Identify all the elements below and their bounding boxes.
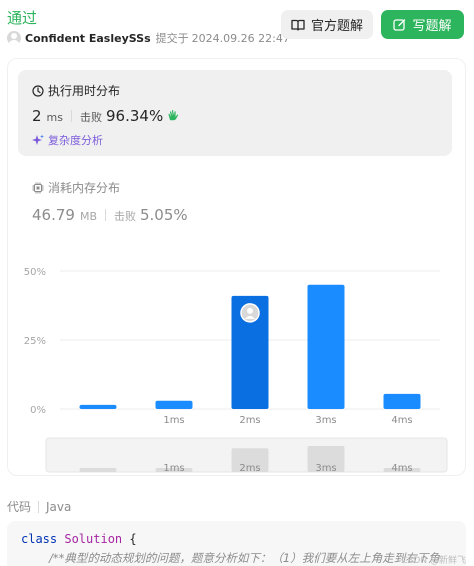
avatar-marker-head <box>247 307 253 314</box>
range-bar <box>79 468 117 472</box>
code-language[interactable]: Java <box>46 500 71 514</box>
code-label: 代码 <box>7 500 32 514</box>
x-tick-label: 3ms <box>315 415 336 426</box>
x-tick-label: 1ms <box>163 415 184 426</box>
x-tick-label: 2ms <box>239 415 260 426</box>
y-tick-label: 25% <box>24 336 46 347</box>
chart-bar[interactable] <box>307 284 345 409</box>
watermark: CSDN @新鲜飞 <box>401 556 466 566</box>
code-comment: /**典型的动态规划的问题，题意分析如下：（1）我们要从左上角走到右下角 <box>49 551 440 565</box>
code-line-1: class Solution { <box>21 532 137 546</box>
x-tick-label: 4ms <box>391 415 412 426</box>
chart-bar[interactable] <box>383 393 421 409</box>
chart-bar[interactable] <box>155 400 193 409</box>
code-header: 代码 Java <box>7 498 71 515</box>
distribution-chart[interactable]: 50% 25% 0% 1ms 2ms 3ms 4ms 1ms 2ms 3ms 4ms <box>0 0 474 480</box>
range-tick-label: 1ms <box>163 463 184 474</box>
range-tick-label: 2ms <box>239 463 260 474</box>
range-tick-label: 4ms <box>391 463 412 474</box>
code-block[interactable]: class Solution { /**典型的动态规划的问题，题意分析如下：（1… <box>7 521 466 566</box>
code-keyword: class <box>21 532 58 546</box>
y-tick-label: 50% <box>24 267 46 278</box>
y-tick-label: 0% <box>30 405 46 416</box>
chart-bar[interactable] <box>79 404 117 409</box>
code-line-2: /**典型的动态规划的问题，题意分析如下：（1）我们要从左上角走到右下角 <box>49 550 440 566</box>
range-tick-label: 3ms <box>315 463 336 474</box>
code-brace: { <box>129 532 137 546</box>
divider <box>38 500 40 513</box>
code-class-name: Solution <box>64 532 123 546</box>
